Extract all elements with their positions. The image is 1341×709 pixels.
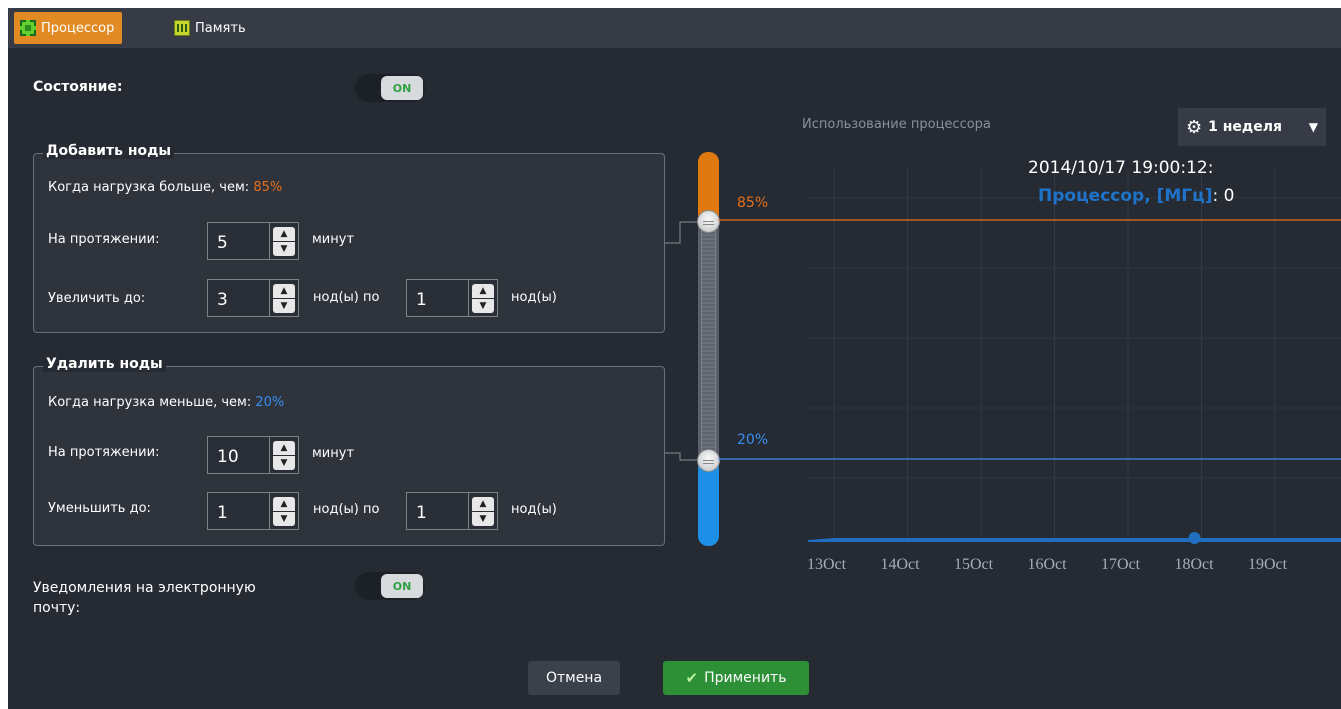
- remove-change-to-stepper[interactable]: 1 ▲ ▼: [207, 492, 299, 530]
- stepper-down-icon[interactable]: ▼: [273, 455, 295, 470]
- series-area: [807, 538, 1341, 542]
- email-label-line1: Уведомления на электронную: [33, 580, 256, 596]
- x-tick-label: 15Oct: [954, 556, 994, 573]
- cancel-button-label: Отмена: [545, 670, 603, 686]
- lower-connector: [665, 452, 698, 461]
- x-tick-label: 17Oct: [1101, 556, 1141, 573]
- add-step-stepper[interactable]: 1 ▲ ▼: [406, 279, 498, 317]
- add-duration-unit: минут: [312, 232, 355, 247]
- email-toggle-knob: ON: [381, 574, 423, 598]
- x-tick-label: 14Oct: [881, 556, 921, 573]
- tab-bar: Процессор Память: [8, 8, 1341, 48]
- state-toggle[interactable]: ON: [355, 74, 425, 102]
- check-icon: ✔: [685, 669, 699, 687]
- add-change-to-value[interactable]: 3: [208, 280, 270, 316]
- remove-when-label: Когда нагрузка меньше, чем:: [48, 395, 252, 410]
- add-duration-value[interactable]: 5: [208, 223, 270, 259]
- stepper-arrows: ▲ ▼: [270, 493, 298, 529]
- remove-nodes-label: нод(ы): [511, 502, 557, 517]
- stepper-down-icon[interactable]: ▼: [472, 511, 494, 526]
- add-nodes-label: нод(ы): [511, 290, 557, 305]
- tooltip-time: 2014/10/17 19:00:12:: [1028, 158, 1214, 178]
- x-tick-label: 16Oct: [1028, 556, 1068, 573]
- apply-button[interactable]: ✔ Применить: [663, 661, 809, 695]
- add-when-label: Когда нагрузка больше, чем:: [48, 180, 250, 195]
- tab-memory[interactable]: Память: [168, 12, 254, 44]
- remove-nodes-legend: Удалить ноды: [43, 356, 166, 372]
- add-when-line: Когда нагрузка больше, чем: 85%: [48, 180, 282, 195]
- stepper-arrows: ▲ ▼: [270, 223, 298, 259]
- stepper-arrows: ▲ ▼: [270, 437, 298, 473]
- add-nodes-by-label: нод(ы) по: [313, 290, 380, 305]
- x-tick-label: 19Oct: [1248, 556, 1288, 573]
- x-tick-label: 13Oct: [807, 556, 847, 573]
- stepper-up-icon[interactable]: ▲: [273, 496, 295, 511]
- remove-change-to-value[interactable]: 1: [208, 493, 270, 529]
- cpu-usage-chart: 13Oct 14Oct 15Oct 16Oct 17Oct 18Oct 19Oct: [718, 168, 1341, 573]
- remove-when-line: Когда нагрузка меньше, чем: 20%: [48, 395, 284, 410]
- remove-nodes-by-label: нод(ы) по: [313, 502, 380, 517]
- cpu-scaling-window: Процессор Память Состояние: ON Добавить …: [8, 8, 1341, 709]
- tooltip-value-line: Процессор, [МГц]: 0: [1038, 186, 1234, 206]
- stepper-up-icon[interactable]: ▲: [273, 283, 295, 298]
- remove-duration-label: На протяжении:: [48, 445, 160, 460]
- stepper-arrows: ▲ ▼: [469, 280, 497, 316]
- hover-point: [1188, 532, 1201, 544]
- memory-icon: [174, 20, 190, 36]
- stepper-arrows: ▲ ▼: [270, 280, 298, 316]
- stepper-down-icon[interactable]: ▼: [273, 511, 295, 526]
- stepper-arrows: ▲ ▼: [469, 493, 497, 529]
- add-change-label: Увеличить до:: [48, 291, 146, 306]
- remove-step-value[interactable]: 1: [407, 493, 469, 529]
- tooltip-series-name: Процессор, [МГц]: [1038, 186, 1213, 206]
- period-dropdown[interactable]: ⚙ 1 неделя ▼: [1178, 108, 1326, 146]
- email-toggle[interactable]: ON: [355, 572, 425, 600]
- email-label-line2: почту:: [33, 600, 81, 616]
- state-label: Состояние:: [33, 79, 123, 95]
- cpu-icon: [20, 20, 36, 36]
- add-step-value[interactable]: 1: [407, 280, 469, 316]
- x-tick-label: 18Oct: [1175, 556, 1215, 573]
- stepper-up-icon[interactable]: ▲: [273, 226, 295, 241]
- add-duration-label: На протяжении:: [48, 232, 160, 247]
- chevron-down-icon: ▼: [1308, 120, 1318, 134]
- remove-step-stepper[interactable]: 1 ▲ ▼: [406, 492, 498, 530]
- stepper-up-icon[interactable]: ▲: [472, 283, 494, 298]
- add-duration-stepper[interactable]: 5 ▲ ▼: [207, 222, 299, 260]
- tab-processor[interactable]: Процессор: [14, 12, 123, 44]
- email-label: Уведомления на электронную почту:: [33, 578, 256, 618]
- remove-duration-unit: минут: [312, 446, 355, 461]
- remove-duration-value[interactable]: 10: [208, 437, 270, 473]
- chart-title: Использование процессора: [802, 117, 991, 132]
- remove-change-label: Уменьшить до:: [48, 501, 151, 516]
- tab-memory-label: Память: [195, 20, 246, 36]
- cancel-button[interactable]: Отмена: [528, 661, 620, 695]
- stepper-down-icon[interactable]: ▼: [273, 298, 295, 313]
- stepper-up-icon[interactable]: ▲: [472, 496, 494, 511]
- add-change-to-stepper[interactable]: 3 ▲ ▼: [207, 279, 299, 317]
- remove-duration-stepper[interactable]: 10 ▲ ▼: [207, 436, 299, 474]
- state-toggle-knob: ON: [381, 76, 423, 100]
- period-value: 1 неделя: [1208, 119, 1282, 135]
- gear-icon: ⚙: [1186, 116, 1203, 138]
- add-nodes-legend: Добавить ноды: [43, 143, 175, 159]
- tab-processor-label: Процессор: [41, 20, 115, 36]
- upper-connector: [665, 221, 698, 244]
- apply-button-label: Применить: [704, 670, 787, 686]
- add-threshold-value: 85%: [253, 180, 283, 195]
- stepper-down-icon[interactable]: ▼: [273, 241, 295, 256]
- tooltip-series-value: : 0: [1212, 186, 1235, 206]
- remove-threshold-value: 20%: [255, 395, 285, 410]
- stepper-up-icon[interactable]: ▲: [273, 440, 295, 455]
- stepper-down-icon[interactable]: ▼: [472, 298, 494, 313]
